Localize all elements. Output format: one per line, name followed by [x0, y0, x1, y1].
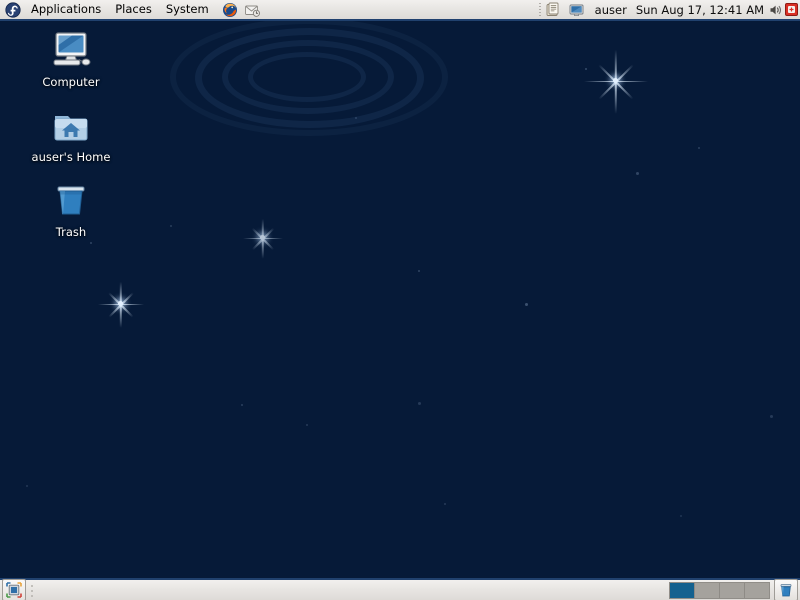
- trash-applet-button[interactable]: [774, 579, 798, 600]
- wallpaper-star-dot: [241, 404, 243, 406]
- desktop-wallpaper[interactable]: [0, 0, 800, 600]
- window-selector-icon[interactable]: [545, 0, 565, 19]
- wallpaper-star-dot: [585, 68, 587, 70]
- wallpaper-star-dot: [636, 172, 639, 175]
- wallpaper-ripple-ring: [195, 28, 424, 128]
- workspace-2[interactable]: [695, 582, 719, 598]
- workspace-1[interactable]: [670, 582, 694, 598]
- show-desktop-button[interactable]: [2, 579, 26, 600]
- wallpaper-sparkle-star: [242, 218, 283, 259]
- wallpaper-star-dot: [698, 147, 700, 149]
- desktop-icon-trash[interactable]: Trash: [26, 176, 116, 240]
- volume-speaker-icon[interactable]: [769, 0, 782, 19]
- desktop-icon-home[interactable]: auser's Home: [26, 101, 116, 165]
- computer-icon: [47, 29, 95, 73]
- trash-icon: [47, 179, 95, 223]
- menu-system[interactable]: System: [159, 0, 216, 20]
- wallpaper-star-dot: [444, 503, 446, 505]
- wallpaper-star-dot: [525, 303, 528, 306]
- desktop-icon-label: Trash: [55, 225, 87, 239]
- display-icon[interactable]: [567, 0, 587, 19]
- workspace-3[interactable]: [720, 582, 744, 598]
- wallpaper-ripple-ring: [222, 40, 394, 114]
- home-folder-icon: [47, 104, 95, 148]
- user-name-label[interactable]: auser: [588, 3, 632, 17]
- clock-applet[interactable]: Sun Aug 17, 12:41 AM: [632, 3, 768, 17]
- wallpaper-star-dot: [355, 117, 357, 119]
- desktop-icon-grid: Computer auser's Home Trash: [26, 26, 118, 251]
- panel-separator: [538, 3, 541, 16]
- wallpaper-sparkle-star: [97, 281, 144, 328]
- wallpaper-star-dot: [26, 485, 28, 487]
- menu-places[interactable]: Places: [108, 0, 159, 20]
- desktop-icon-computer[interactable]: Computer: [26, 26, 116, 90]
- workspace-switcher[interactable]: [669, 581, 770, 599]
- desktop-icon-label: auser's Home: [31, 150, 111, 164]
- bottom-panel: [0, 578, 800, 600]
- workspace-4[interactable]: [745, 582, 769, 598]
- wallpaper-star-dot: [306, 424, 308, 426]
- top-panel: Applications Places System auser Sun Aug…: [0, 0, 800, 21]
- wallpaper-sparkle-star: [583, 49, 648, 114]
- desktop-screen: Computer auser's Home Trash Applications…: [0, 0, 800, 600]
- desktop-icon-label: Computer: [42, 75, 100, 89]
- wallpaper-star-dot: [418, 270, 420, 272]
- wallpaper-star-dot: [418, 402, 421, 405]
- window-list[interactable]: [29, 580, 669, 600]
- fedora-logo-icon[interactable]: [3, 0, 23, 19]
- wallpaper-star-dot: [170, 225, 172, 227]
- evolution-mail-launcher-icon[interactable]: [242, 0, 262, 19]
- software-update-alert-icon[interactable]: [784, 0, 798, 19]
- firefox-launcher-icon[interactable]: [220, 0, 240, 19]
- wallpaper-ripple-ring: [248, 52, 366, 102]
- menu-applications[interactable]: Applications: [24, 0, 108, 20]
- wallpaper-star-dot: [680, 515, 682, 517]
- wallpaper-star-dot: [770, 415, 773, 418]
- wallpaper-ripple-ring: [170, 18, 448, 136]
